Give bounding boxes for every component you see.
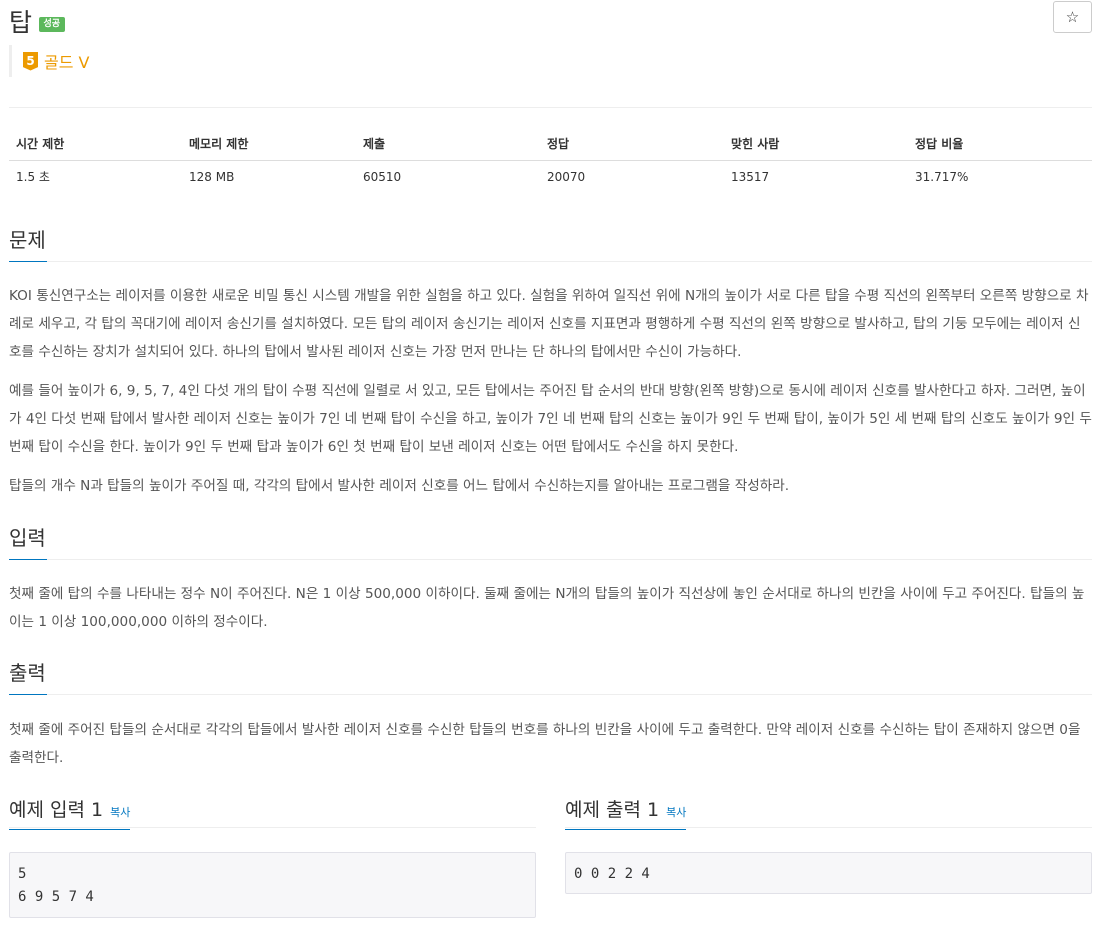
sample-output-code: 0 0 2 2 4 xyxy=(565,852,1092,894)
output-heading: 출력 xyxy=(9,657,47,695)
header-submissions: 제출 xyxy=(356,127,540,161)
output-description: 첫째 줄에 주어진 탑들의 순서대로 각각의 탑들에서 발사한 레이저 신호를 … xyxy=(9,722,1081,766)
sample-output-heading: 예제 출력 1 복사 xyxy=(565,795,687,830)
title-row: 탑 성공 xyxy=(9,4,66,38)
input-section-header: 입력 xyxy=(9,522,1092,560)
header-time-limit: 시간 제한 xyxy=(9,127,182,161)
problem-paragraph-1: KOI 통신연구소는 레이저를 이용한 새로운 비밀 통신 시스템 개발을 위한… xyxy=(9,288,1089,360)
tier-label: 골드 V xyxy=(44,53,90,72)
divider xyxy=(9,107,1092,108)
problem-paragraph-2: 예를 들어 높이가 6, 9, 5, 7, 4인 다섯 개의 탑이 수평 직선에… xyxy=(9,383,1092,455)
copy-sample-output-link[interactable]: 복사 xyxy=(666,806,686,819)
page-title: 탑 xyxy=(9,8,32,37)
header-accepted: 정답 xyxy=(540,127,724,161)
input-description: 첫째 줄에 탑의 수를 나타내는 정수 N이 주어진다. N은 1 이상 500… xyxy=(9,586,1085,630)
value-accept-rate: 31.717% xyxy=(915,169,969,184)
header-accept-rate: 정답 비율 xyxy=(908,127,1092,161)
copy-sample-input-link[interactable]: 복사 xyxy=(110,806,130,819)
problem-section-header: 문제 xyxy=(9,224,1092,262)
sample-input-heading: 예제 입력 1 복사 xyxy=(9,795,131,830)
info-value-row: 1.5 초 128 MB 60510 20070 13517 31.717% xyxy=(9,160,1092,193)
value-solved-users[interactable]: 13517 xyxy=(724,160,908,193)
output-section-header: 출력 xyxy=(9,657,1092,695)
info-header-row: 시간 제한 메모리 제한 제출 정답 맞힌 사람 정답 비율 xyxy=(9,127,1092,161)
tier-info: 5 골드 V xyxy=(9,45,89,77)
status-badge: 성공 xyxy=(38,16,66,32)
problem-paragraph-3: 탑들의 개수 N과 탑들의 높이가 주어질 때, 각각의 탑에서 발사한 레이저… xyxy=(9,478,790,494)
sample-input-code: 5 6 9 5 7 4 xyxy=(9,852,536,918)
header-solved-users: 맞힌 사람 xyxy=(724,127,908,161)
sample-input-block: 예제 입력 1 복사 5 6 9 5 7 4 xyxy=(9,795,536,918)
sample-output-block: 예제 출력 1 복사 0 0 2 2 4 xyxy=(565,795,1092,894)
value-accepted[interactable]: 20070 xyxy=(540,160,724,193)
problem-heading: 문제 xyxy=(9,224,47,262)
favorite-star-button[interactable]: ☆ xyxy=(1053,1,1092,33)
input-heading: 입력 xyxy=(9,522,47,560)
value-submissions[interactable]: 60510 xyxy=(356,160,540,193)
tier-icon: 5 xyxy=(23,51,38,71)
value-time-limit: 1.5 초 xyxy=(16,170,50,185)
value-memory-limit: 128 MB xyxy=(189,169,235,184)
star-icon: ☆ xyxy=(1065,8,1080,26)
header-memory-limit: 메모리 제한 xyxy=(182,127,356,161)
problem-info-table: 시간 제한 메모리 제한 제출 정답 맞힌 사람 정답 비율 1.5 초 128… xyxy=(9,127,1092,193)
